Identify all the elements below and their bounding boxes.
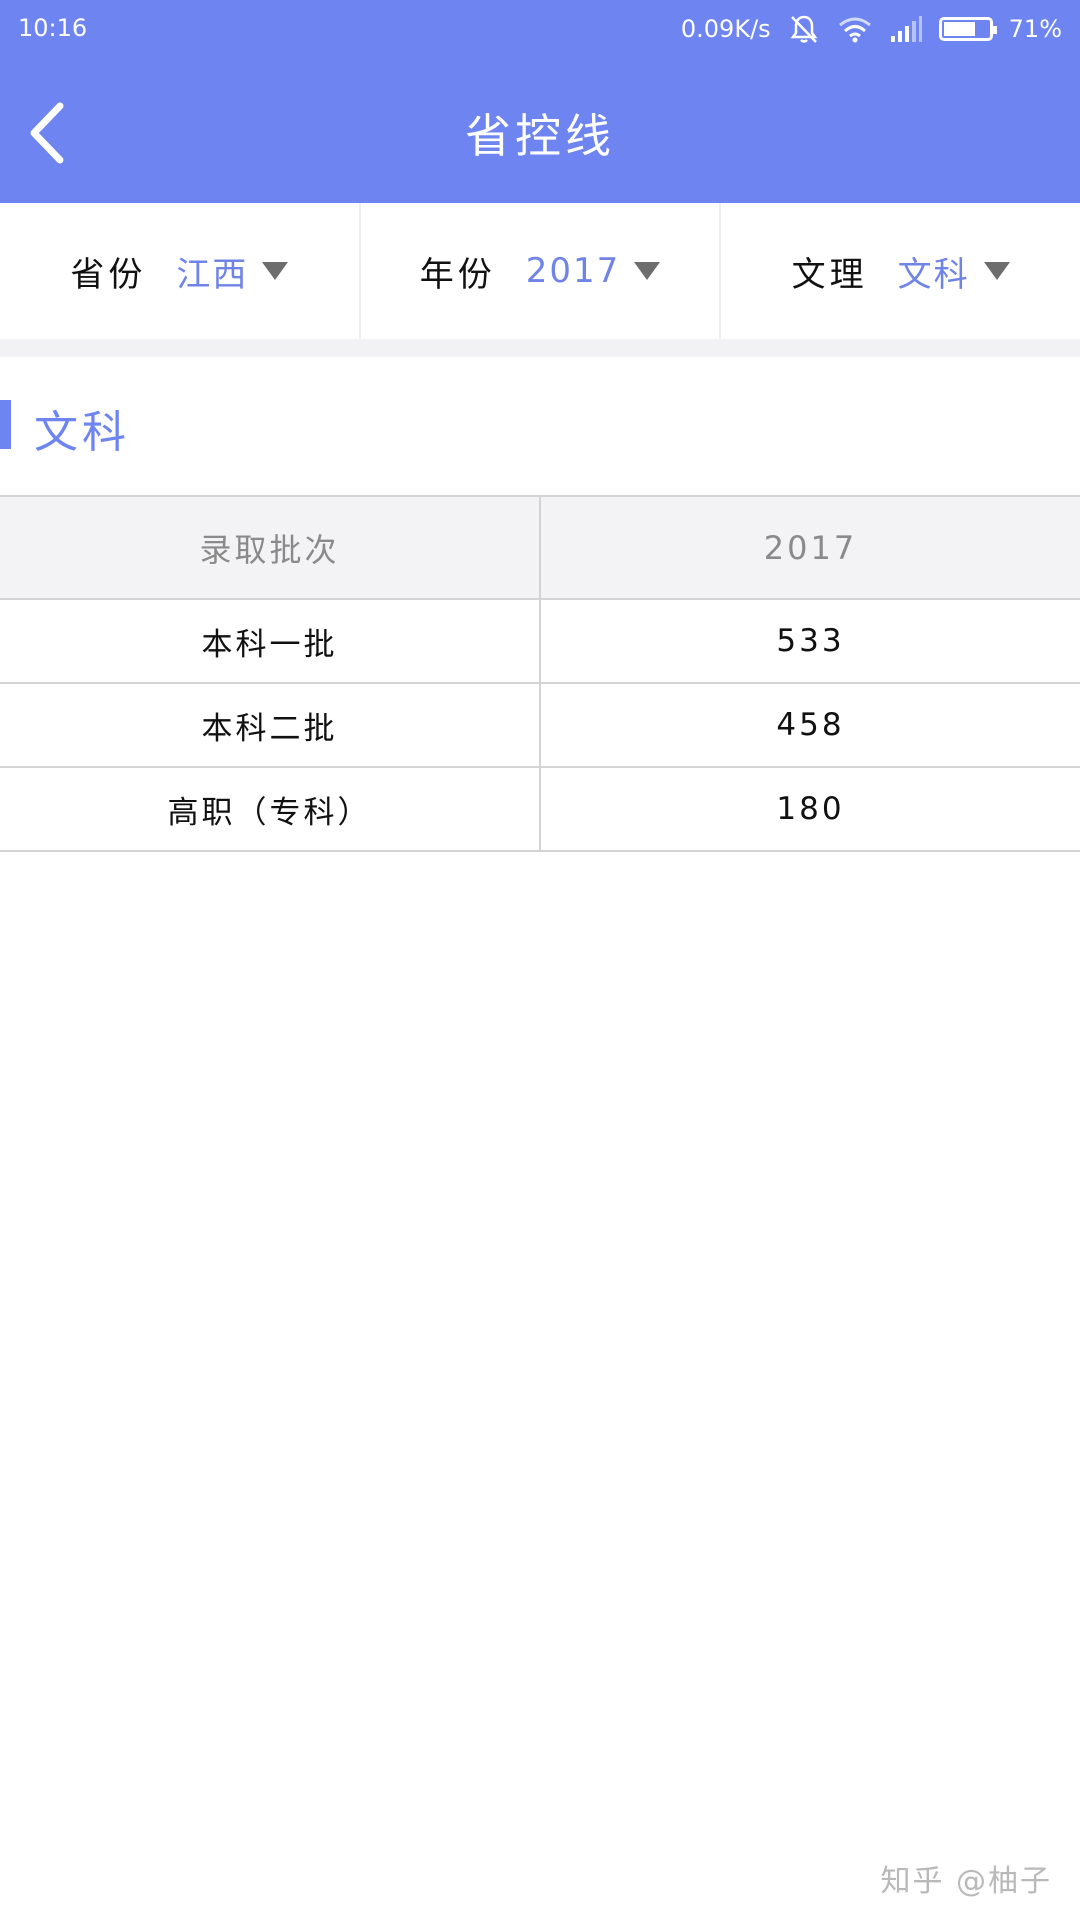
dropdown-arrow-icon (634, 262, 661, 280)
score-table: 录取批次 2017 本科一批 533 本科二批 458 高职（专科） 180 (0, 495, 1080, 852)
score-cell: 533 (776, 623, 845, 659)
app-bar: 10:16 0.09K/s 71% 省控线 (0, 0, 1080, 203)
section-accent-bar (0, 400, 11, 449)
battery-level (943, 22, 975, 36)
table-header-row: 录取批次 2017 (0, 497, 1080, 600)
filter-value: 文科 (897, 254, 970, 295)
score-cell: 458 (776, 707, 845, 743)
column-header-year: 2017 (763, 528, 858, 567)
filter-label: 省份 (70, 254, 147, 295)
table-row: 高职（专科） 180 (0, 768, 1080, 852)
batch-cell: 本科二批 (0, 684, 541, 766)
signal-icon (890, 16, 922, 42)
status-bar: 10:16 0.09K/s 71% (0, 0, 1080, 58)
table-row: 本科一批 533 (0, 600, 1080, 684)
batch-cell: 高职（专科） (0, 768, 541, 850)
dropdown-arrow-icon (262, 262, 289, 280)
province-filter[interactable]: 省份 江西 (0, 203, 361, 339)
dropdown-arrow-icon (983, 262, 1010, 280)
filter-label: 文理 (791, 254, 868, 295)
nav-bar: 省控线 (0, 58, 1080, 203)
section-header: 文科 (0, 400, 400, 458)
filter-bar: 省份 江西 年份 2017 文理 文科 (0, 203, 1080, 339)
filter-label: 年份 (419, 254, 496, 295)
column-header-batch: 录取批次 (0, 497, 541, 598)
mute-icon (790, 15, 818, 43)
status-time: 10:16 (18, 14, 88, 42)
score-cell: 180 (776, 791, 845, 827)
page-title: 省控线 (465, 109, 615, 163)
battery-percent: 71% (1008, 15, 1062, 43)
battery-icon (938, 17, 997, 41)
table-row: 本科二批 458 (0, 684, 1080, 768)
status-icons: 0.09K/s 71% (681, 10, 1062, 48)
filter-value: 2017 (525, 251, 621, 291)
wifi-icon (838, 17, 871, 43)
batch-cell: 本科一批 (0, 600, 541, 682)
divider (0, 339, 1080, 357)
watermark: 知乎 @柚子 (880, 1864, 1052, 1899)
year-filter[interactable]: 年份 2017 (361, 203, 722, 339)
subject-filter[interactable]: 文理 文科 (721, 203, 1080, 339)
filter-value: 江西 (176, 254, 249, 295)
section-title: 文科 (34, 407, 130, 458)
network-speed: 0.09K/s (680, 15, 771, 43)
